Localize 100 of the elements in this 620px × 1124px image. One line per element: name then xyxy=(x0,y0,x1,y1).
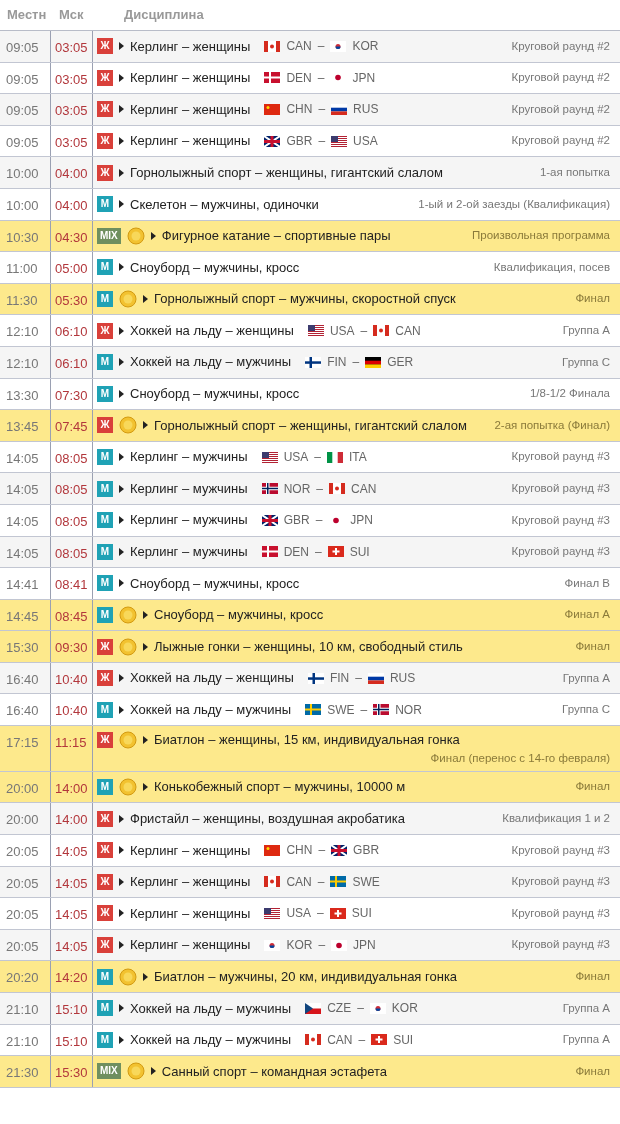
schedule-row[interactable]: 15:30 09:30 Ж Лыжные гонки – женщины, 10 км, свободный стиль Финал xyxy=(0,631,620,663)
event-name[interactable]: Скелетон – мужчины, одиночки xyxy=(130,194,319,214)
schedule-row[interactable]: 10:00 04:00 М Скелетон – мужчины, одиночки 1-ый и 2-ой заезды (Квалификация) xyxy=(0,188,620,221)
event-name[interactable]: Биатлон – женщины, 15 км, индивидуальная гонка xyxy=(154,730,460,750)
caret-icon[interactable] xyxy=(119,200,124,209)
schedule-row[interactable]: 09:05 03:05 Ж Керлинг – женщины GBR – USA Круговой раунд #2 xyxy=(0,125,620,158)
caret-icon[interactable] xyxy=(119,358,124,367)
caret-icon[interactable] xyxy=(119,516,124,525)
event-name[interactable]: Сноуборд – мужчины, кросс xyxy=(130,573,300,594)
schedule-row[interactable]: 09:05 03:05 Ж Керлинг – женщины CAN – KOR Круговой раунд #2 xyxy=(0,31,620,63)
schedule-row[interactable]: 21:10 15:10 М Хоккей на льду – мужчины CAN – SUI Группа A xyxy=(0,1024,620,1057)
schedule-row[interactable]: 20:20 14:20 М Биатлон – мужчины, 20 км, индивидуальная гонка Финал xyxy=(0,961,620,993)
caret-icon[interactable] xyxy=(119,42,124,51)
schedule-row[interactable]: 20:05 14:05 Ж Керлинг – женщины KOR – JPN Круговой раунд #3 xyxy=(0,929,620,962)
caret-icon[interactable] xyxy=(119,1035,124,1044)
caret-icon[interactable] xyxy=(119,137,124,146)
schedule-row[interactable]: 16:40 10:40 Ж Хоккей на льду – женщины FIN – RUS Группа A xyxy=(0,662,620,695)
caret-icon[interactable] xyxy=(119,263,124,272)
event-name[interactable]: Керлинг – мужчины xyxy=(130,447,248,467)
event-name[interactable]: Керлинг – женщины xyxy=(130,935,251,955)
schedule-row[interactable]: 14:05 08:05 М Керлинг – мужчины DEN – SUI Круговой раунд #3 xyxy=(0,536,620,569)
caret-icon[interactable] xyxy=(150,1067,156,1076)
event-name[interactable]: Хоккей на льду – мужчины xyxy=(130,998,292,1018)
schedule-row[interactable]: 21:30 15:30 MIX Санный спорт – командная эстафета Финал xyxy=(0,1056,620,1088)
caret-icon[interactable] xyxy=(119,674,124,683)
event-name[interactable]: Биатлон – мужчины, 20 км, индивидуальная гонка xyxy=(154,966,458,987)
event-name[interactable]: Сноуборд – мужчины, кросс xyxy=(130,257,300,278)
event-name[interactable]: Фигурное катание – спортивные пары xyxy=(161,226,391,246)
event-name[interactable]: Хоккей на льду – мужчины xyxy=(130,700,292,720)
caret-icon[interactable] xyxy=(119,1004,124,1013)
event-name[interactable]: Конькобежный спорт – мужчины, 10000 м xyxy=(154,777,406,797)
schedule-row[interactable]: 20:05 14:05 Ж Керлинг – женщины USA – SUI Круговой раунд #3 xyxy=(0,898,620,930)
event-name[interactable]: Хоккей на льду – мужчины xyxy=(130,352,292,372)
schedule-row[interactable]: 17:15 11:15 Ж Биатлон – женщины, 15 км, индивидуальная гонка Финал (перенос с 14-го февраля) xyxy=(0,726,620,772)
caret-icon[interactable] xyxy=(119,547,124,556)
schedule-row[interactable]: 20:05 14:05 Ж Керлинг – женщины CHN – GBR Круговой раунд #3 xyxy=(0,835,620,867)
event-name[interactable]: Фристайл – женщины, воздушная акробатика xyxy=(130,808,405,829)
caret-icon[interactable] xyxy=(143,735,148,744)
schedule-row[interactable]: 20:00 14:00 Ж Фристайл – женщины, воздушная акробатика Квалификация 1 и 2 xyxy=(0,803,620,835)
caret-icon[interactable] xyxy=(119,909,124,918)
event-name[interactable]: Лыжные гонки – женщины, 10 км, свободный стиль xyxy=(154,636,463,657)
caret-icon[interactable] xyxy=(143,611,148,619)
event-name[interactable]: Санный спорт – командная эстафета xyxy=(161,1061,387,1082)
caret-icon[interactable] xyxy=(143,642,148,651)
caret-icon[interactable] xyxy=(119,579,124,588)
event-name[interactable]: Керлинг – женщины xyxy=(130,36,251,57)
caret-icon[interactable] xyxy=(119,105,124,114)
schedule-row[interactable]: 13:30 07:30 М Сноуборд – мужчины, кросс 1/8-1/2 Финала xyxy=(0,378,620,411)
caret-icon[interactable] xyxy=(119,705,124,714)
schedule-row[interactable]: 12:10 06:10 М Хоккей на льду – мужчины FIN – GER Группа C xyxy=(0,346,620,379)
schedule-row[interactable]: 20:00 14:00 М Конькобежный спорт – мужчины, 10000 м Финал xyxy=(0,771,620,804)
event-name[interactable]: Керлинг – женщины xyxy=(130,99,251,120)
event-name[interactable]: Керлинг – мужчины xyxy=(130,510,248,530)
event-name[interactable]: Горнолыжный спорт – женщины, гигантский слалом xyxy=(154,415,467,436)
caret-icon[interactable] xyxy=(119,846,124,855)
caret-icon[interactable] xyxy=(119,814,124,823)
schedule-row[interactable]: 09:05 03:05 Ж Керлинг – женщины DEN – JPN Круговой раунд #2 xyxy=(0,62,620,95)
event-name[interactable]: Сноуборд – мужчины, кросс xyxy=(130,384,300,404)
schedule-row[interactable]: 21:10 15:10 М Хоккей на льду – мужчины CZE – KOR Группа A xyxy=(0,992,620,1025)
schedule-row[interactable]: 10:30 04:30 MIX Фигурное катание – спортивные пары Произвольная программа xyxy=(0,220,620,253)
schedule-row[interactable]: 12:10 06:10 Ж Хоккей на льду – женщины USA – CAN Группа A xyxy=(0,315,620,347)
event-name[interactable]: Керлинг – женщины xyxy=(130,840,251,861)
event-name[interactable]: Горнолыжный спорт – мужчины, скоростной спуск xyxy=(154,289,456,309)
schedule-row[interactable]: 11:00 05:00 М Сноуборд – мужчины, кросс Квалификация, посев xyxy=(0,252,620,284)
event-name[interactable]: Керлинг – женщины xyxy=(130,903,251,924)
schedule-row[interactable]: 09:05 03:05 Ж Керлинг – женщины CHN – RUS Круговой раунд #2 xyxy=(0,94,620,126)
event-name[interactable]: Керлинг – женщины xyxy=(130,68,251,88)
caret-icon[interactable] xyxy=(143,972,148,981)
schedule-row[interactable]: 16:40 10:40 М Хоккей на льду – мужчины SWE – NOR Группа C xyxy=(0,694,620,727)
schedule-row[interactable]: 20:05 14:05 Ж Керлинг – женщины CAN – SWE Круговой раунд #3 xyxy=(0,866,620,899)
schedule-row[interactable]: 14:05 08:05 М Керлинг – мужчины USA – ITA Круговой раунд #3 xyxy=(0,441,620,474)
event-name[interactable]: Керлинг – мужчины xyxy=(130,478,248,499)
event-name[interactable]: Керлинг – женщины xyxy=(130,131,251,151)
schedule-row[interactable]: 11:30 05:30 М Горнолыжный спорт – мужчины, скоростной спуск Финал xyxy=(0,283,620,316)
event-name[interactable]: Хоккей на льду – женщины xyxy=(130,668,294,688)
caret-icon[interactable] xyxy=(143,421,148,430)
gender-badge: М xyxy=(97,291,113,308)
schedule-row[interactable]: 14:05 08:05 М Керлинг – мужчины GBR – JPN Круговой раунд #3 xyxy=(0,504,620,537)
schedule-row[interactable]: 10:00 04:00 Ж Горнолыжный спорт – женщины, гигантский слалом 1-ая попытка xyxy=(0,157,620,189)
event-name[interactable]: Горнолыжный спорт – женщины, гигантский слалом xyxy=(130,162,443,183)
schedule-row[interactable]: 14:45 08:45 М Сноуборд – мужчины, кросс Финал A xyxy=(0,599,620,632)
caret-icon[interactable] xyxy=(119,73,124,82)
event-name[interactable]: Керлинг – женщины xyxy=(130,872,251,892)
caret-icon[interactable] xyxy=(150,231,156,240)
schedule-row[interactable]: 13:45 07:45 Ж Горнолыжный спорт – женщины, гигантский слалом 2-ая попытка (Финал) xyxy=(0,410,620,442)
event-name[interactable]: Хоккей на льду – женщины xyxy=(130,320,294,341)
caret-icon[interactable] xyxy=(119,326,124,335)
event-name[interactable]: Керлинг – мужчины xyxy=(130,542,248,562)
caret-icon[interactable] xyxy=(143,783,148,792)
caret-icon[interactable] xyxy=(119,389,124,398)
caret-icon[interactable] xyxy=(119,877,124,886)
caret-icon[interactable] xyxy=(119,941,124,950)
event-name[interactable]: Сноуборд – мужчины, кросс xyxy=(154,605,324,625)
schedule-row[interactable]: 14:41 08:41 М Сноуборд – мужчины, кросс Финал B xyxy=(0,568,620,600)
caret-icon[interactable] xyxy=(143,295,148,304)
event-name[interactable]: Хоккей на льду – мужчины xyxy=(130,1030,292,1050)
caret-icon[interactable] xyxy=(119,484,124,493)
caret-icon[interactable] xyxy=(119,168,124,177)
caret-icon[interactable] xyxy=(119,453,124,461)
schedule-row[interactable]: 14:05 08:05 М Керлинг – мужчины NOR – CAN Круговой раунд #3 xyxy=(0,473,620,505)
